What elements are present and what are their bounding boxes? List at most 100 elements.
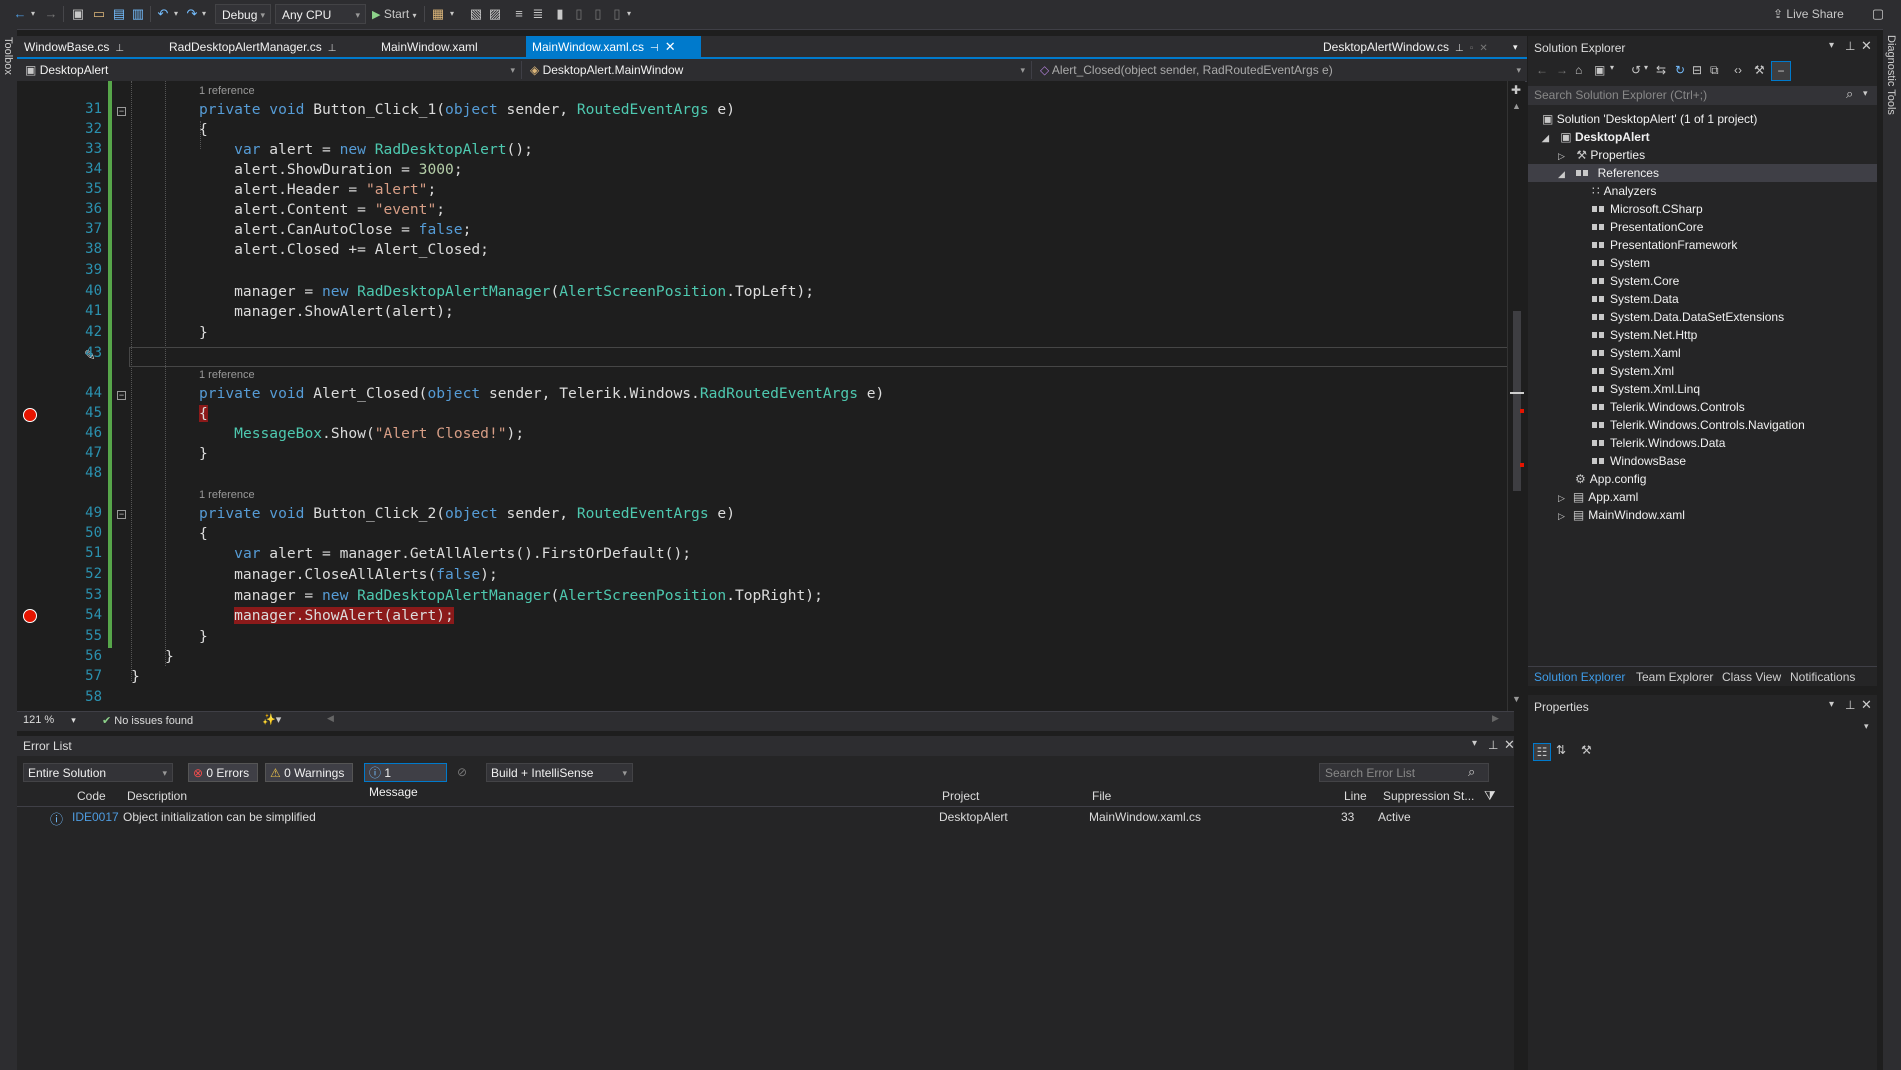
tab-mainwindow-xaml[interactable]: MainWindow.xaml: [375, 36, 484, 58]
switch-views-dropdown-icon[interactable]: ▾: [1610, 63, 1614, 72]
close-icon[interactable]: ✕: [665, 39, 676, 54]
scroll-up-icon[interactable]: ▲: [1512, 101, 1521, 111]
tree-reference-item[interactable]: WindowsBase: [1592, 452, 1686, 470]
collapsed-icon[interactable]: ▷: [1558, 493, 1565, 503]
project-dropdown[interactable]: ▣ DesktopAlert ▾: [19, 61, 522, 79]
issues-indicator[interactable]: ✔ No issues found: [102, 714, 193, 727]
switch-views-icon[interactable]: ▣: [1594, 63, 1605, 77]
open-folder-icon[interactable]: ▭: [91, 5, 107, 23]
object-selector[interactable]: ▾: [1528, 719, 1877, 737]
tree-reference-item[interactable]: System.Xml: [1592, 362, 1674, 380]
expanded-icon[interactable]: ◢: [1558, 169, 1565, 179]
tree-reference-item[interactable]: Telerik.Windows.Data: [1592, 434, 1725, 452]
next-bookmark-icon[interactable]: ▯: [591, 5, 605, 23]
forward-icon[interactable]: →: [1556, 63, 1568, 77]
tab-team-explorer[interactable]: Team Explorer: [1636, 667, 1713, 687]
collapsed-icon[interactable]: ▷: [1558, 151, 1565, 161]
sync-icon[interactable]: ⇆: [1656, 63, 1666, 77]
bookmark-icon[interactable]: ▮: [553, 5, 567, 23]
tree-reference-item[interactable]: System.Data: [1592, 290, 1679, 308]
configuration-dropdown[interactable]: Debug ▾: [215, 4, 271, 24]
pin-icon[interactable]: ⊣: [650, 43, 659, 54]
refresh-icon[interactable]: ↻: [1675, 63, 1685, 77]
column-description[interactable]: Description: [127, 789, 187, 803]
view-code-icon[interactable]: ‹›: [1734, 63, 1742, 77]
tab-class-view[interactable]: Class View: [1722, 667, 1781, 687]
tree-properties[interactable]: ▷ ⚒ Properties: [1558, 146, 1645, 164]
undo-dropdown-icon[interactable]: ▾: [172, 5, 180, 23]
zoom-dropdown[interactable]: 121 % ▾: [23, 714, 76, 726]
codelens-reference[interactable]: 1 reference: [199, 489, 255, 501]
collapse-icon[interactable]: −: [117, 107, 126, 116]
undo-icon[interactable]: ↶: [155, 5, 171, 23]
search-options-icon[interactable]: ▾: [1863, 88, 1868, 99]
alphabetical-icon[interactable]: ⇅: [1556, 743, 1566, 757]
warnings-filter-button[interactable]: ⚠ 0 Warnings: [265, 763, 353, 782]
class-dropdown[interactable]: ◈ DesktopAlert.MainWindow ▾: [524, 61, 1032, 79]
feedback-icon[interactable]: ▢: [1870, 5, 1886, 23]
code-cleanup-icon[interactable]: ✨▾: [262, 713, 281, 726]
solution-explorer-search[interactable]: Search Solution Explorer (Ctrl+;) ⌕ ▾: [1528, 86, 1877, 105]
tab-windowbase[interactable]: WindowBase.cs ⊥: [18, 36, 130, 58]
collapse-icon[interactable]: −: [117, 510, 126, 519]
live-share-button[interactable]: ⇪ Live Share: [1773, 5, 1853, 23]
scroll-left-icon[interactable]: ◀: [327, 713, 334, 724]
tab-mainwindow-xaml-cs[interactable]: MainWindow.xaml.cs ⊣ ✕: [526, 36, 701, 58]
tree-references[interactable]: ◢ References: [1558, 164, 1659, 182]
redo-icon[interactable]: ↷: [184, 5, 200, 23]
tree-reference-item[interactable]: PresentationFramework: [1592, 236, 1737, 254]
start-button[interactable]: ▶ Start ▾: [372, 5, 420, 23]
pin-icon[interactable]: ⊥: [1488, 738, 1498, 752]
tree-reference-item[interactable]: Microsoft.CSharp: [1592, 200, 1703, 218]
table-row[interactable]: ⓘ IDE0017 Object initialization can be s…: [17, 807, 1514, 827]
pin-icon[interactable]: ⊥: [115, 43, 124, 54]
collapsed-icon[interactable]: ▷: [1558, 511, 1565, 521]
tab-raddesktopalertmanager[interactable]: RadDesktopAlertManager.cs ⊥: [163, 36, 342, 58]
history-dropdown-icon[interactable]: ▾: [1644, 63, 1648, 72]
panel-dropdown-icon[interactable]: ▾: [1829, 40, 1834, 51]
pin-icon[interactable]: ⊥: [1455, 43, 1464, 54]
collapse-all-icon[interactable]: ⊟: [1692, 63, 1702, 77]
tree-reference-item[interactable]: Telerik.Windows.Controls: [1592, 398, 1745, 416]
filter-icon[interactable]: ⧩: [1484, 788, 1496, 804]
collapse-icon[interactable]: −: [117, 391, 126, 400]
preview-icon[interactable]: ▫: [1470, 43, 1474, 54]
breakpoint-icon[interactable]: [23, 408, 37, 422]
toolbar-overflow-icon[interactable]: ▾: [625, 5, 633, 23]
back-icon[interactable]: ←: [12, 5, 28, 23]
pin-icon[interactable]: ⊥: [1845, 39, 1855, 53]
tab-solution-explorer[interactable]: Solution Explorer: [1534, 667, 1625, 687]
panel-dropdown-icon[interactable]: ▾: [1472, 738, 1477, 749]
tab-notifications[interactable]: Notifications: [1790, 667, 1855, 687]
clear-filter-icon[interactable]: ⊘: [457, 765, 467, 779]
tree-reference-item[interactable]: System: [1592, 254, 1650, 272]
close-icon[interactable]: ✕: [1479, 43, 1487, 54]
history-icon[interactable]: ↺: [1631, 63, 1641, 77]
find-icon[interactable]: ▨: [487, 5, 503, 23]
codelens-reference[interactable]: 1 reference: [199, 369, 255, 381]
column-suppression[interactable]: Suppression St...: [1383, 789, 1474, 803]
scope-dropdown[interactable]: Entire Solution ▾: [23, 763, 173, 782]
home-icon[interactable]: ⌂: [1575, 63, 1582, 77]
tree-reference-item[interactable]: System.Data.DataSetExtensions: [1592, 308, 1784, 326]
column-file[interactable]: File: [1092, 789, 1111, 803]
member-dropdown[interactable]: ◇ Alert_Closed(object sender, RadRoutedE…: [1034, 61, 1527, 79]
tab-overflow-icon[interactable]: ▾: [1507, 36, 1524, 58]
tree-reference-item[interactable]: System.Xml.Linq: [1592, 380, 1700, 398]
codelens-reference[interactable]: 1 reference: [199, 85, 255, 97]
preview-selected-items-icon[interactable]: −: [1771, 61, 1791, 81]
new-project-icon[interactable]: ▣: [70, 5, 86, 23]
prev-bookmark-icon[interactable]: ▯: [572, 5, 586, 23]
scroll-right-icon[interactable]: ▶: [1492, 713, 1499, 724]
split-icon[interactable]: ✚: [1511, 83, 1521, 97]
panel-dropdown-icon[interactable]: ▾: [1829, 699, 1834, 710]
browser-link-icon[interactable]: ▦: [430, 5, 446, 23]
toolbox-tab[interactable]: Toolbox: [2, 37, 14, 75]
back-dropdown-icon[interactable]: ▾: [29, 5, 37, 23]
indent-icon[interactable]: ≡: [511, 5, 527, 23]
properties-wrench-icon[interactable]: ⚒: [1754, 63, 1765, 77]
pin-icon[interactable]: ⊥: [1845, 698, 1855, 712]
build-filter-dropdown[interactable]: Build + IntelliSense ▾: [486, 763, 633, 782]
tab-desktopalertwindow[interactable]: DesktopAlertWindow.cs ⊥ ▫ ✕: [1317, 36, 1494, 58]
platform-dropdown[interactable]: Any CPU ▾: [275, 4, 366, 24]
